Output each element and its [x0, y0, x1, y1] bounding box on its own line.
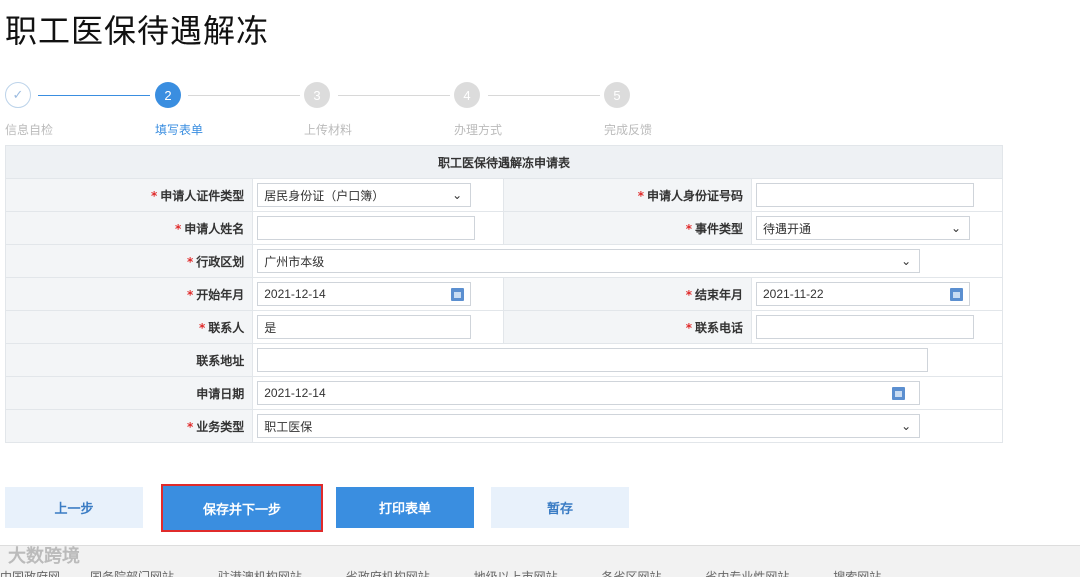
field-label: 联系地址	[4, 343, 254, 377]
field-label: * 申请人姓名	[4, 211, 254, 245]
footer-link[interactable]: 驻港澳机构网站 ⌄	[218, 568, 316, 577]
start-month-input[interactable]: 2021-12-14	[257, 282, 472, 306]
step-fill-form: 2 填写表单	[155, 82, 255, 137]
calendar-icon[interactable]	[892, 387, 906, 400]
step-label: 信息自检	[5, 123, 54, 137]
calendar-icon[interactable]	[451, 288, 465, 301]
step-label: 办理方式	[454, 123, 503, 137]
calendar-icon[interactable]	[950, 288, 963, 301]
chevron-down-icon: ⌄	[901, 254, 912, 268]
footer-link[interactable]: 国务院部门网站 ⌄	[90, 568, 188, 577]
step-method: 4 办理方式	[454, 82, 554, 137]
chevron-down-icon: ⌄	[901, 419, 912, 433]
field-label: * 结束年月	[503, 277, 752, 311]
address-input[interactable]	[257, 348, 929, 372]
step-label: 填写表单	[155, 123, 204, 137]
footer-link[interactable]: 省政府机构网站 ⌄	[346, 568, 444, 577]
footer-links: 中国政府网 国务院部门网站 ⌄ 驻港澳机构网站 ⌄ 省政府机构网站 ⌄ 地级以上…	[0, 568, 925, 577]
required-mark: *	[186, 287, 194, 302]
id-number-input[interactable]	[756, 183, 974, 207]
field-label: * 开始年月	[4, 277, 254, 311]
footer-link[interactable]: 地级以上市网站 ⌄	[474, 568, 572, 577]
page-title: 职工医保待遇解冻	[5, 12, 270, 50]
field-label: * 申请人证件类型	[4, 178, 254, 212]
step-number: 2	[155, 82, 181, 108]
step-label: 完成反馈	[604, 123, 653, 137]
required-mark: *	[174, 221, 182, 236]
field-label: * 事件类型	[503, 211, 752, 245]
required-mark: *	[186, 419, 194, 434]
apply-date-input[interactable]: 2021-12-14	[257, 381, 921, 405]
event-type-select[interactable]: 待遇开通 ⌄	[756, 216, 970, 240]
step-label: 上传材料	[304, 123, 353, 137]
field-label: * 申请人身份证号码	[503, 178, 752, 212]
id-type-select[interactable]: 居民身份证（户口簿） ⌄	[257, 183, 472, 207]
footer-link[interactable]: 中国政府网	[0, 568, 60, 577]
field-label: 申请日期	[4, 376, 254, 410]
field-label: * 行政区划	[4, 244, 254, 278]
phone-input[interactable]	[756, 315, 974, 339]
chevron-down-icon: ⌄	[950, 221, 961, 235]
footer-bar: 大数跨境 中国政府网 国务院部门网站 ⌄ 驻港澳机构网站 ⌄ 省政府机构网站 ⌄…	[0, 545, 1080, 577]
prev-button[interactable]: 上一步	[5, 487, 143, 528]
save-draft-button[interactable]: 暂存	[491, 487, 629, 528]
required-mark: *	[186, 254, 194, 269]
save-next-button[interactable]: 保存并下一步	[161, 484, 323, 532]
footer-link[interactable]: 搜索网站 ⌄	[833, 568, 895, 577]
watermark: 大数跨境	[8, 546, 80, 567]
form-caption: 职工医保待遇解冻申请表	[5, 145, 1003, 179]
chevron-down-icon: ⌄	[452, 188, 463, 202]
field-label: * 联系人	[4, 310, 254, 344]
required-mark: *	[685, 287, 692, 302]
required-mark: *	[685, 320, 692, 335]
step-self-check: ✓ 信息自检	[5, 82, 105, 137]
required-mark: *	[685, 221, 692, 236]
step-upload: 3 上传材料	[304, 82, 404, 137]
required-mark: *	[637, 188, 644, 203]
contact-input[interactable]: 是	[257, 315, 472, 339]
check-icon: ✓	[5, 82, 31, 108]
step-number: 5	[604, 82, 630, 108]
required-mark: *	[198, 320, 206, 335]
step-feedback: 5 完成反馈	[604, 82, 704, 137]
application-form: 职工医保待遇解冻申请表 * 申请人证件类型 居民身份证（户口簿） ⌄ * 申请人身份证…	[4, 145, 1003, 443]
business-type-select[interactable]: 职工医保 ⌄	[257, 414, 921, 438]
required-mark: *	[150, 188, 158, 203]
field-label: * 业务类型	[4, 409, 254, 443]
name-input[interactable]	[257, 216, 476, 240]
footer-link[interactable]: 省内专业性网站 ⌄	[705, 568, 803, 577]
step-number: 3	[304, 82, 330, 108]
field-label: * 联系电话	[503, 310, 752, 344]
progress-stepper: ✓ 信息自检 2 填写表单 3 上传材料 4 办理方式 5 完成反馈	[0, 82, 680, 138]
district-select[interactable]: 广州市本级 ⌄	[257, 249, 921, 273]
footer-link[interactable]: 各省区网站 ⌄	[602, 568, 676, 577]
print-form-button[interactable]: 打印表单	[336, 487, 474, 528]
end-month-input[interactable]: 2021-11-22	[756, 282, 970, 306]
step-number: 4	[454, 82, 480, 108]
